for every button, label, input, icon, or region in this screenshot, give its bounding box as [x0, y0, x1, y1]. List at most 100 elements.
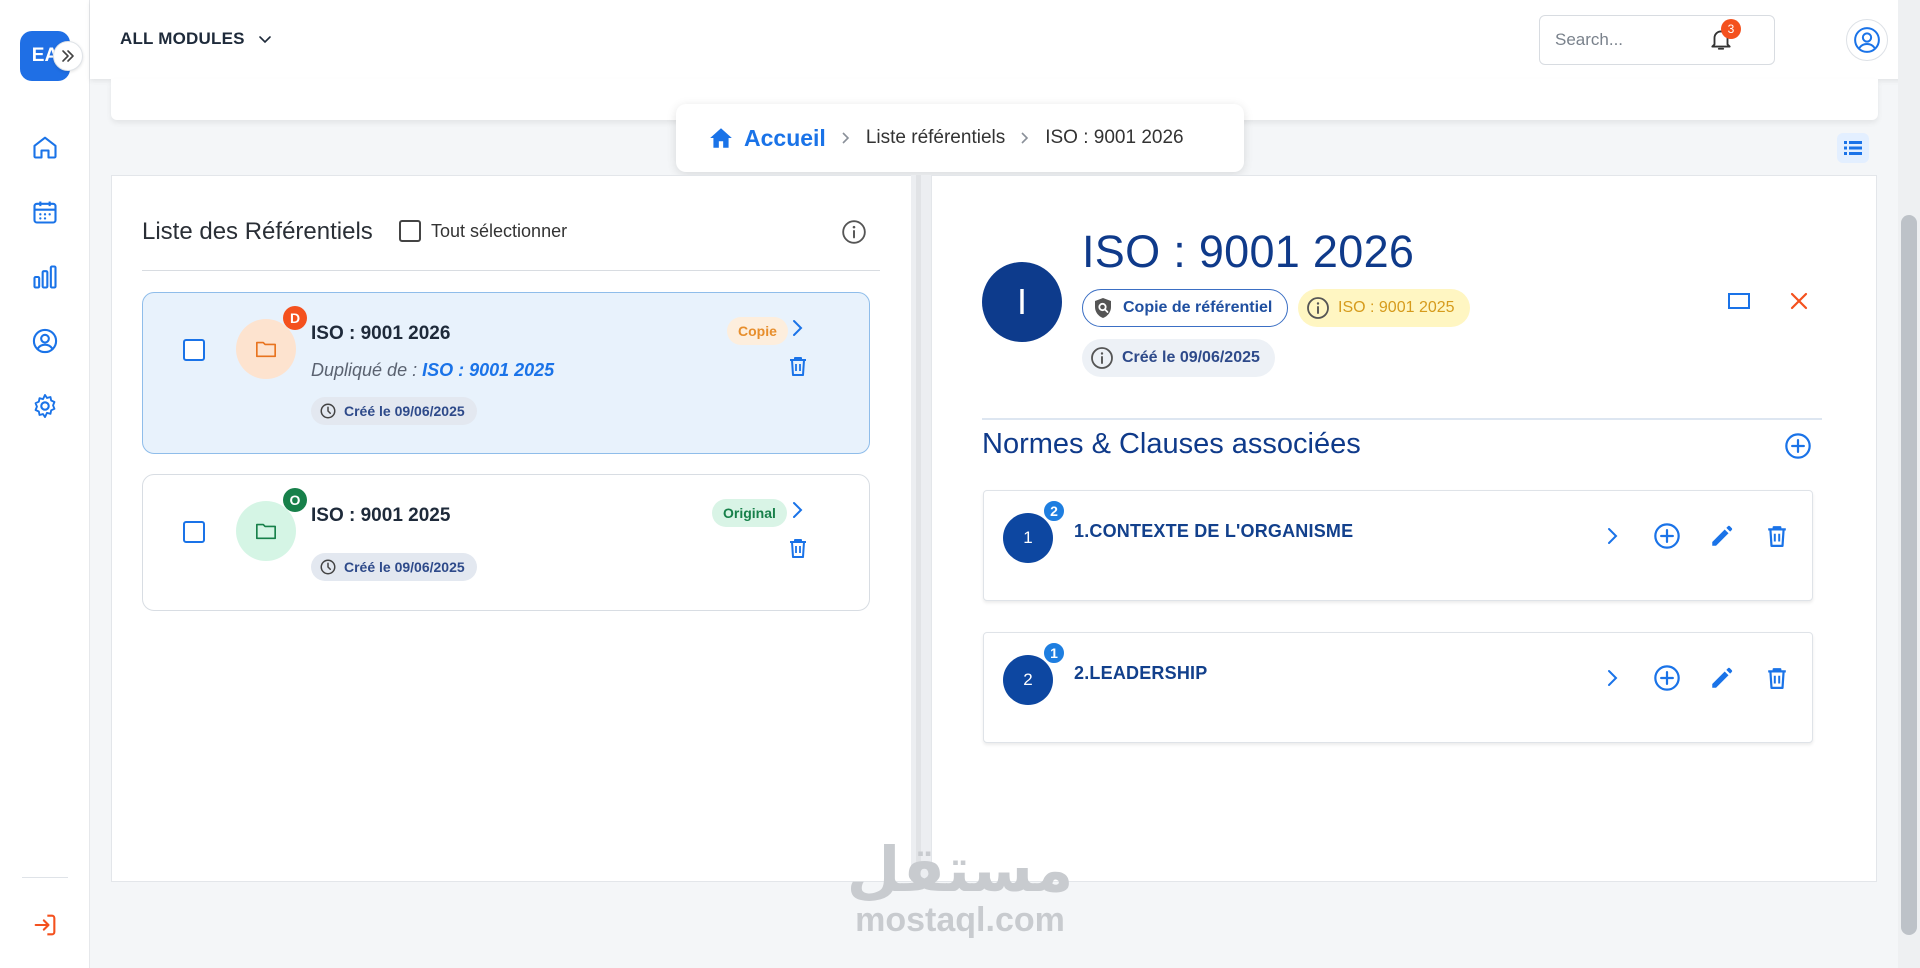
- breadcrumb-home[interactable]: Accueil: [708, 125, 826, 152]
- edit-clause-button[interactable]: [1707, 663, 1737, 693]
- created-chip: Créé le 09/06/2025: [1082, 339, 1275, 377]
- chart-icon: [33, 265, 57, 289]
- duplicated-source-link[interactable]: ISO : 9001 2025: [422, 360, 554, 380]
- section-title: Normes & Clauses associées: [982, 428, 1361, 460]
- add-sub-clause-button[interactable]: [1652, 663, 1682, 693]
- breadcrumb: Accueil Liste référentiels ISO : 9001 20…: [676, 104, 1244, 172]
- chevron-down-icon: [258, 36, 271, 44]
- user-menu-button[interactable]: [1846, 19, 1888, 61]
- chevron-right-icon: [1608, 670, 1618, 686]
- referentiel-detail-panel: I ISO : 9001 2026 Copie de référentiel I…: [931, 175, 1877, 882]
- chevron-right-icon: [842, 132, 849, 144]
- watermark-arabic: مستقل: [846, 836, 1074, 905]
- pencil-icon: [1712, 525, 1733, 546]
- breadcrumb-separator: [1019, 131, 1031, 145]
- breadcrumb-item-list[interactable]: Liste référentiels: [866, 127, 1005, 149]
- divider: [982, 418, 1822, 420]
- edit-clause-button[interactable]: [1707, 521, 1737, 551]
- sidebar-item-statistics[interactable]: [30, 262, 60, 292]
- sidebar-item-calendar[interactable]: [30, 197, 60, 227]
- created-label: Créé le 09/06/2025: [1122, 349, 1260, 366]
- trash-icon: [790, 539, 806, 558]
- info-icon: [842, 220, 866, 244]
- folder-avatar: [236, 319, 296, 379]
- source-referentiel-chip: ISO : 9001 2025: [1298, 289, 1470, 327]
- card-checkbox[interactable]: [183, 339, 205, 361]
- user-circle-icon: [32, 328, 58, 354]
- pencil-icon: [1712, 667, 1733, 688]
- shield-search-icon: [1095, 298, 1111, 318]
- sidebar-item-settings[interactable]: [30, 391, 60, 421]
- created-date-chip: Créé le 09/06/2025: [311, 397, 477, 425]
- home-icon: [33, 136, 57, 159]
- copie-tag: Copie: [727, 317, 788, 345]
- duplicated-prefix: Dupliqué de :: [311, 360, 423, 380]
- info-button[interactable]: [840, 218, 868, 246]
- sidebar-item-profile[interactable]: [30, 326, 60, 356]
- maximize-button[interactable]: [1724, 286, 1754, 316]
- chevron-right-icon: [793, 502, 803, 518]
- chevron-right-icon: [793, 320, 803, 336]
- copy-type-label: Copie de référentiel: [1123, 299, 1273, 316]
- checkbox[interactable]: [399, 220, 421, 242]
- referentiel-card[interactable]: D ISO : 9001 2026 Dupliqué de : ISO : 90…: [142, 292, 870, 454]
- list-view-toggle[interactable]: [1837, 133, 1869, 163]
- sidebar-divider: [22, 877, 68, 878]
- logout-button[interactable]: [30, 910, 60, 940]
- delete-clause-button[interactable]: [1762, 663, 1792, 693]
- clause-card[interactable]: 1 2 1.CONTEXTE DE L'ORGANISME: [983, 490, 1813, 601]
- sidebar-item-home[interactable]: [30, 132, 60, 162]
- page-scrollbar[interactable]: [1898, 0, 1920, 968]
- add-sub-clause-button[interactable]: [1652, 521, 1682, 551]
- folder-icon: [256, 523, 276, 540]
- watermark-latin: mostaql.com: [855, 901, 1065, 939]
- expand-sidebar-button[interactable]: [53, 41, 83, 71]
- clause-card[interactable]: 2 1 2.LEADERSHIP: [983, 632, 1813, 743]
- add-norme-button[interactable]: [1783, 431, 1813, 461]
- close-icon: [1790, 292, 1808, 310]
- referentiel-name: ISO : 9001 2026: [311, 323, 451, 344]
- info-icon: [1091, 347, 1113, 369]
- plus-circle-icon: [1785, 433, 1811, 459]
- folder-avatar: [236, 501, 296, 561]
- resizer-handle[interactable]: [916, 175, 921, 882]
- detail-title: ISO : 9001 2026: [1082, 226, 1415, 277]
- breadcrumb-separator: [840, 131, 852, 145]
- folder-icon: [256, 341, 276, 358]
- card-checkbox[interactable]: [183, 521, 205, 543]
- clause-label: 2.LEADERSHIP: [1074, 663, 1208, 683]
- plus-circle-icon: [1654, 523, 1680, 549]
- calendar-icon: [33, 201, 57, 224]
- divider: [142, 270, 880, 271]
- created-date: Créé le 09/06/2025: [344, 403, 465, 419]
- chevron-right-icon: [1608, 528, 1618, 544]
- sub-clause-count-badge: 2: [1042, 499, 1066, 523]
- panel-resizer[interactable]: [911, 175, 931, 882]
- copy-type-chip: Copie de référentiel: [1082, 289, 1289, 327]
- modules-dropdown[interactable]: ALL MODULES: [120, 29, 273, 49]
- search-input[interactable]: [1539, 15, 1775, 65]
- clock-icon: [320, 559, 336, 575]
- close-button[interactable]: [1784, 286, 1814, 316]
- double-chevron-right-icon: [62, 50, 74, 62]
- delete-card-button[interactable]: [787, 355, 809, 377]
- expand-clause-button[interactable]: [1598, 521, 1628, 551]
- clause-number: 1: [1003, 513, 1053, 563]
- user-circle-icon: [1854, 27, 1880, 53]
- referentiel-card[interactable]: O ISO : 9001 2025 Créé le 09/06/2025 Ori…: [142, 474, 870, 611]
- modules-label: ALL MODULES: [120, 29, 245, 48]
- scrollbar-thumb[interactable]: [1901, 215, 1917, 935]
- duplicated-from: Dupliqué de : ISO : 9001 2025: [311, 360, 554, 381]
- logout-icon: [34, 914, 56, 936]
- original-letter-badge: O: [283, 488, 307, 512]
- open-card-button[interactable]: [787, 499, 809, 521]
- select-all-checkbox[interactable]: Tout sélectionner: [399, 220, 567, 242]
- original-tag: Original: [712, 499, 787, 527]
- expand-clause-button[interactable]: [1598, 663, 1628, 693]
- delete-clause-button[interactable]: [1762, 521, 1792, 551]
- delete-card-button[interactable]: [787, 537, 809, 559]
- trash-icon: [1768, 526, 1786, 547]
- trash-icon: [790, 357, 806, 376]
- open-card-button[interactable]: [787, 317, 809, 339]
- select-all-label: Tout sélectionner: [431, 220, 568, 241]
